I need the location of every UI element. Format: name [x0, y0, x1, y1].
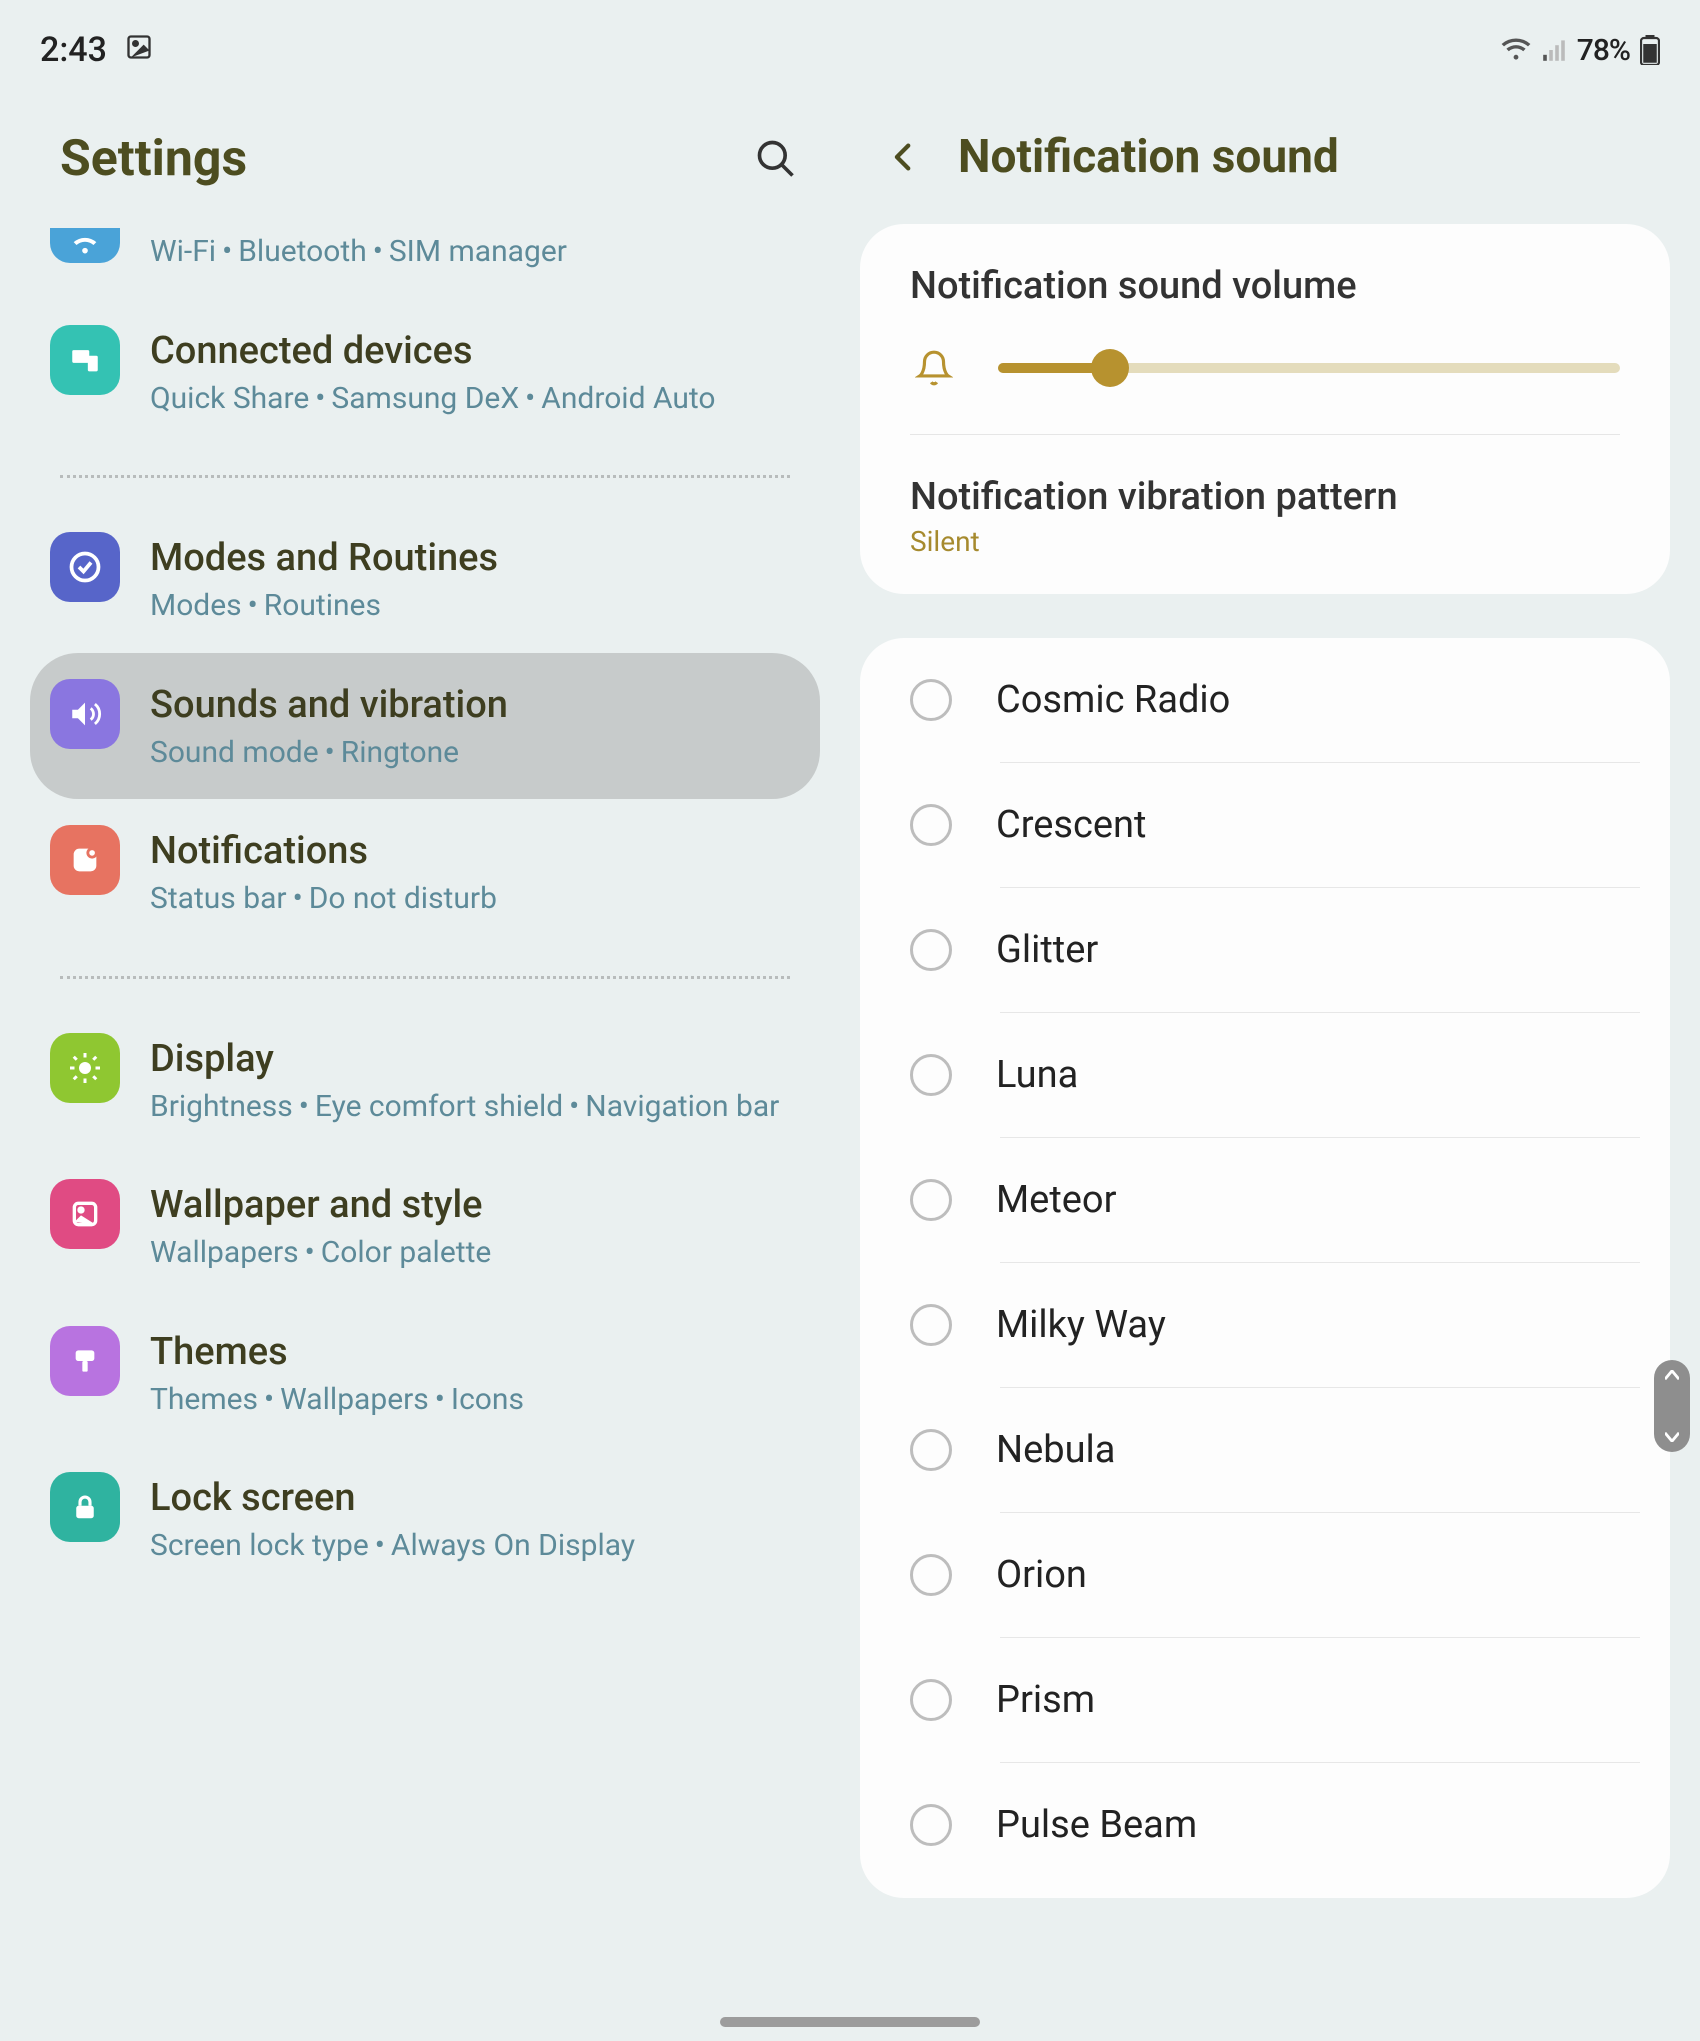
settings-title: Settings — [60, 130, 247, 188]
settings-item-title: Wallpaper and style — [150, 1183, 796, 1227]
settings-item-title: Themes — [150, 1330, 796, 1374]
settings-item-wallpaper-and-style[interactable]: Wallpaper and style Wallpapers•Color pale… — [30, 1153, 820, 1300]
status-bar: 2:43 78% — [0, 0, 1700, 80]
radio-button[interactable] — [910, 679, 952, 721]
settings-list[interactable]: Wi-Fi•Bluetooth•SIM manager Connected dev… — [30, 228, 820, 1593]
sound-option-nebula[interactable]: Nebula — [860, 1388, 1670, 1512]
sound-name: Prism — [996, 1678, 1095, 1722]
status-left: 2:43 — [40, 30, 153, 70]
sound-option-meteor[interactable]: Meteor — [860, 1138, 1670, 1262]
battery-icon — [1640, 35, 1660, 65]
bell-icon — [910, 344, 958, 392]
settings-item-subtitle: Screen lock type•Always On Display — [150, 1526, 796, 1567]
settings-item-subtitle: Wi-Fi•Bluetooth•SIM manager — [150, 232, 796, 273]
sound-option-glitter[interactable]: Glitter — [860, 888, 1670, 1012]
signal-icon — [1541, 38, 1567, 62]
settings-item-subtitle: Brightness•Eye comfort shield•Navigation… — [150, 1087, 796, 1128]
volume-slider-thumb[interactable] — [1091, 349, 1129, 387]
volume-label: Notification sound volume — [910, 264, 1620, 308]
search-button[interactable] — [752, 135, 800, 183]
sun-icon — [50, 1033, 120, 1103]
radio-button[interactable] — [910, 1179, 952, 1221]
sound-list-card[interactable]: Cosmic Radio Crescent Glitter Luna Meteor Mil… — [860, 638, 1670, 1898]
section-divider — [60, 475, 790, 478]
radio-button[interactable] — [910, 1679, 952, 1721]
detail-header: Notification sound — [860, 80, 1670, 224]
settings-item-subtitle: Status bar•Do not disturb — [150, 879, 796, 920]
check-circle-icon — [50, 532, 120, 602]
sound-option-milky-way[interactable]: Milky Way — [860, 1263, 1670, 1387]
settings-item-title: Connected devices — [150, 329, 796, 373]
settings-item-connections[interactable]: Wi-Fi•Bluetooth•SIM manager — [30, 228, 820, 299]
settings-item-sounds-and-vibration[interactable]: Sounds and vibration Sound mode•Ringtone — [30, 653, 820, 800]
settings-master-pane: Settings Wi-Fi•Bluetooth•SIM manager Conn… — [0, 80, 850, 2031]
volume-vibration-card: Notification sound volume Notification v… — [860, 224, 1670, 594]
vibration-value: Silent — [910, 525, 1620, 558]
sound-option-crescent[interactable]: Crescent — [860, 763, 1670, 887]
settings-item-title: Notifications — [150, 829, 796, 873]
speaker-icon — [50, 679, 120, 749]
status-time: 2:43 — [40, 30, 107, 70]
radio-button[interactable] — [910, 1304, 952, 1346]
wifi-icon — [50, 228, 120, 263]
settings-item-subtitle: Sound mode•Ringtone — [150, 733, 796, 774]
vibration-pattern-row[interactable]: Notification vibration pattern Silent — [910, 434, 1620, 594]
settings-item-subtitle: Modes•Routines — [150, 586, 796, 627]
bell-square-icon — [50, 825, 120, 895]
settings-item-title: Display — [150, 1037, 796, 1081]
section-divider — [60, 976, 790, 979]
radio-button[interactable] — [910, 1804, 952, 1846]
sound-name: Pulse Beam — [996, 1803, 1197, 1847]
settings-item-lock-screen[interactable]: Lock screen Screen lock type•Always On Di… — [30, 1446, 820, 1593]
settings-item-modes-and-routines[interactable]: Modes and Routines Modes•Routines — [30, 506, 820, 653]
radio-button[interactable] — [910, 929, 952, 971]
wifi-icon — [1501, 38, 1531, 62]
battery-pct: 78% — [1577, 33, 1630, 68]
radio-button[interactable] — [910, 1429, 952, 1471]
settings-item-subtitle: Wallpapers•Color palette — [150, 1233, 796, 1274]
sound-option-luna[interactable]: Luna — [860, 1013, 1670, 1137]
sound-name: Meteor — [996, 1178, 1116, 1222]
wallpaper-icon — [50, 1179, 120, 1249]
sound-option-pulse-beam[interactable]: Pulse Beam — [860, 1763, 1670, 1887]
brush-icon — [50, 1326, 120, 1396]
settings-item-subtitle: Themes•Wallpapers•Icons — [150, 1380, 796, 1421]
settings-item-connected-devices[interactable]: Connected devices Quick Share•Samsung DeX… — [30, 299, 820, 446]
sound-name: Milky Way — [996, 1303, 1166, 1347]
nav-handle[interactable] — [720, 2017, 980, 2027]
settings-item-title: Sounds and vibration — [150, 683, 796, 727]
status-right: 78% — [1501, 33, 1660, 68]
sound-name: Orion — [996, 1553, 1087, 1597]
sound-name: Glitter — [996, 928, 1098, 972]
volume-row: Notification sound volume — [860, 224, 1670, 434]
settings-header: Settings — [30, 80, 820, 228]
images-icon — [125, 30, 153, 70]
devices-icon — [50, 325, 120, 395]
settings-item-title: Modes and Routines — [150, 536, 796, 580]
settings-item-notifications[interactable]: Notifications Status bar•Do not disturb — [30, 799, 820, 946]
back-button[interactable] — [880, 133, 928, 181]
lock-icon — [50, 1472, 120, 1542]
settings-item-title: Lock screen — [150, 1476, 796, 1520]
detail-title: Notification sound — [958, 130, 1339, 184]
notification-sound-pane: Notification sound Notification sound vo… — [850, 80, 1700, 2031]
vibration-label: Notification vibration pattern — [910, 475, 1620, 519]
sound-name: Nebula — [996, 1428, 1115, 1472]
settings-item-themes[interactable]: Themes Themes•Wallpapers•Icons — [30, 1300, 820, 1447]
sound-name: Crescent — [996, 803, 1146, 847]
settings-item-subtitle: Quick Share•Samsung DeX•Android Auto — [150, 379, 796, 420]
sound-name: Cosmic Radio — [996, 678, 1230, 722]
scroll-indicator[interactable] — [1654, 1360, 1690, 1452]
settings-item-display[interactable]: Display Brightness•Eye comfort shield•Nav… — [30, 1007, 820, 1154]
sound-option-cosmic-radio[interactable]: Cosmic Radio — [860, 638, 1670, 762]
radio-button[interactable] — [910, 804, 952, 846]
sound-option-prism[interactable]: Prism — [860, 1638, 1670, 1762]
sound-name: Luna — [996, 1053, 1078, 1097]
volume-slider[interactable] — [998, 363, 1620, 373]
radio-button[interactable] — [910, 1054, 952, 1096]
radio-button[interactable] — [910, 1554, 952, 1596]
sound-option-orion[interactable]: Orion — [860, 1513, 1670, 1637]
